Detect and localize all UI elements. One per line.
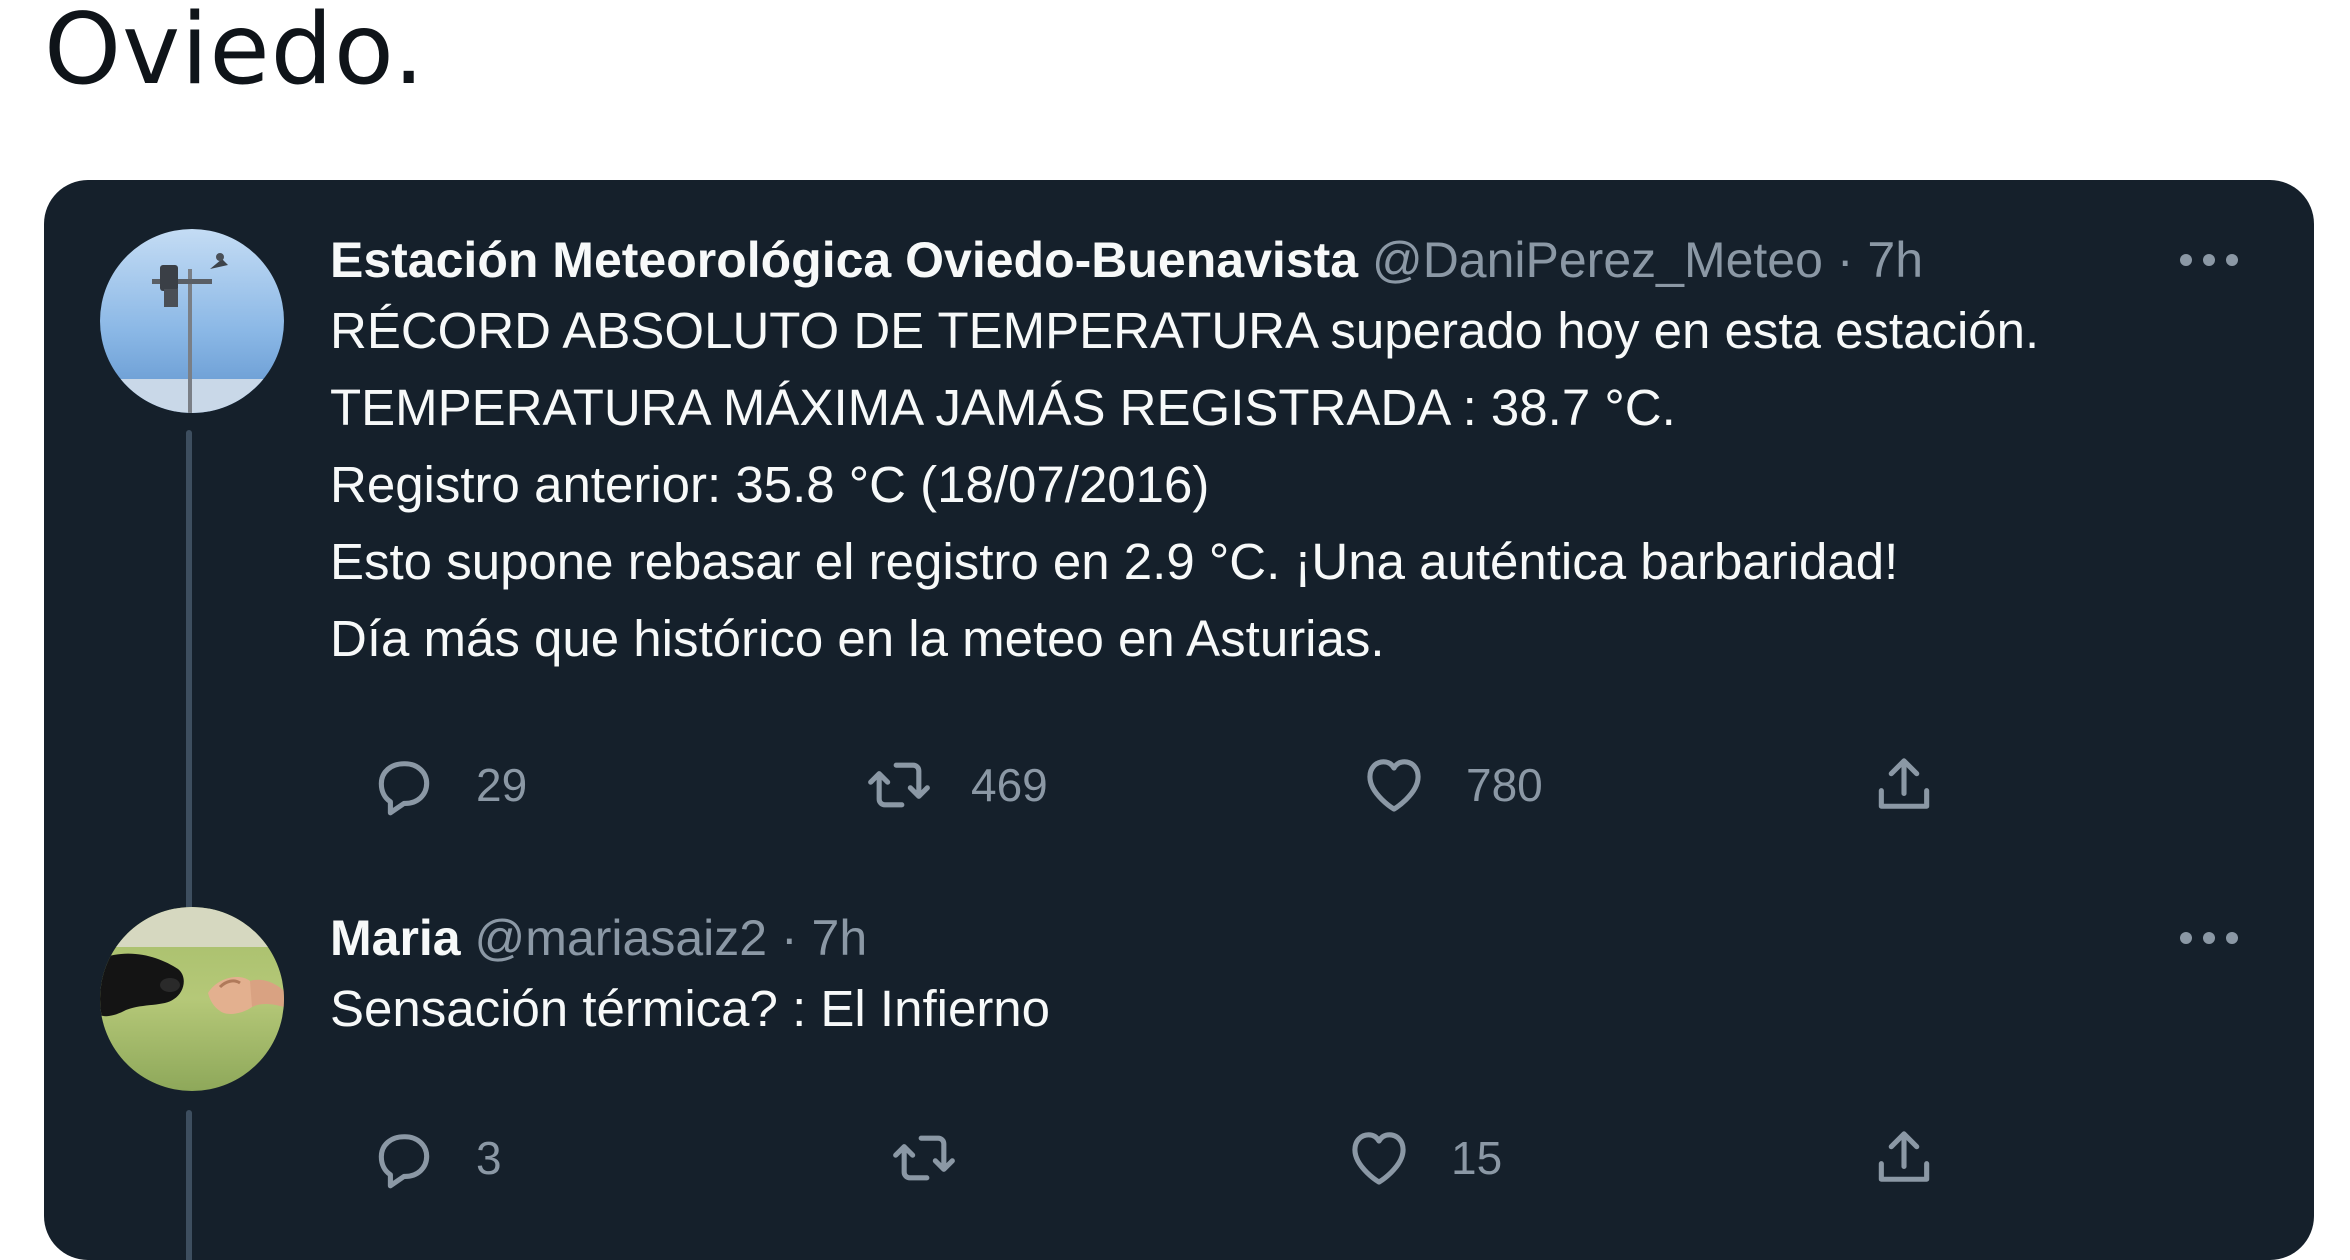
like-button[interactable]: 780 (1360, 745, 1543, 825)
like-count: 15 (1451, 1132, 1503, 1184)
author-name[interactable]: Maria (330, 910, 461, 966)
retweet-icon (868, 762, 930, 808)
heart-icon (1352, 1132, 1406, 1185)
retweet-icon (893, 1135, 955, 1181)
tweet-header: Estación Meteorológica Oviedo-Buenavista… (330, 230, 1923, 290)
share-button[interactable] (1870, 745, 1938, 825)
more-options-button[interactable] (2174, 230, 2244, 290)
author-handle[interactable]: @mariasaiz2 (475, 910, 768, 966)
more-options-icon (2180, 932, 2238, 944)
tweet-time[interactable]: 7h (812, 910, 868, 966)
retweet-button[interactable] (890, 1118, 996, 1198)
like-count: 780 (1466, 759, 1543, 811)
tweet-text-line: TEMPERATURA MÁXIMA JAMÁS REGISTRADA : 38… (330, 379, 1676, 436)
tweet-text-line: Sensación térmica? : El Infierno (330, 980, 1051, 1037)
tweet-header: Maria @mariasaiz2 · 7h (330, 908, 867, 968)
more-options-icon (2180, 254, 2238, 266)
tweet-text-line: Registro anterior: 35.8 °C (18/07/2016) (330, 456, 1210, 513)
share-button[interactable] (1870, 1118, 1938, 1198)
avatar[interactable] (100, 907, 284, 1091)
separator-dot: · (780, 910, 798, 966)
separator-dot: · (1836, 232, 1854, 288)
tweet-actions: 3 15 (330, 1118, 1980, 1198)
reply-icon (378, 761, 430, 816)
share-icon (1878, 758, 1930, 809)
tweet-time[interactable]: 7h (1867, 232, 1923, 288)
cow-and-hand-avatar-icon (100, 907, 284, 1091)
avatar[interactable] (100, 229, 284, 413)
tweet-text: Sensación térmica? : El Infierno (330, 970, 1050, 1047)
tweet-text-line: RÉCORD ABSOLUTO DE TEMPERATURA superado … (330, 302, 2040, 359)
tweet-thread-card: Estación Meteorológica Oviedo-Buenavista… (44, 180, 2314, 1260)
like-button[interactable]: 15 (1345, 1118, 1502, 1198)
reply-icon (378, 1134, 430, 1189)
tweet-actions: 29 469 780 (330, 745, 1980, 825)
retweet-button[interactable]: 469 (865, 745, 1048, 825)
thread-connector (186, 1110, 192, 1260)
reply-count: 29 (476, 759, 528, 811)
author-name[interactable]: Estación Meteorológica Oviedo-Buenavista (330, 232, 1358, 288)
reply-count: 3 (476, 1132, 502, 1184)
share-icon (1878, 1131, 1930, 1182)
reply-button[interactable]: 29 (370, 745, 527, 825)
tweet[interactable]: Estación Meteorológica Oviedo-Buenavista… (330, 230, 2274, 670)
tweet-text: RÉCORD ABSOLUTO DE TEMPERATURA superado … (330, 292, 2039, 677)
weather-station-avatar-icon (100, 229, 284, 413)
more-options-button[interactable] (2174, 908, 2244, 968)
reply-button[interactable]: 3 (370, 1118, 502, 1198)
tweet-text-line: Esto supone rebasar el registro en 2.9 °… (330, 533, 1899, 590)
retweet-count: 469 (971, 759, 1048, 811)
caption-text: Oviedo. (44, 0, 426, 107)
tweet-text-line: Día más que histórico en la meteo en Ast… (330, 610, 1385, 667)
heart-icon (1367, 759, 1421, 812)
author-handle[interactable]: @DaniPerez_Meteo (1372, 232, 1823, 288)
tweet[interactable]: Maria @mariasaiz2 · 7h Sensación térmica… (330, 908, 2274, 1037)
